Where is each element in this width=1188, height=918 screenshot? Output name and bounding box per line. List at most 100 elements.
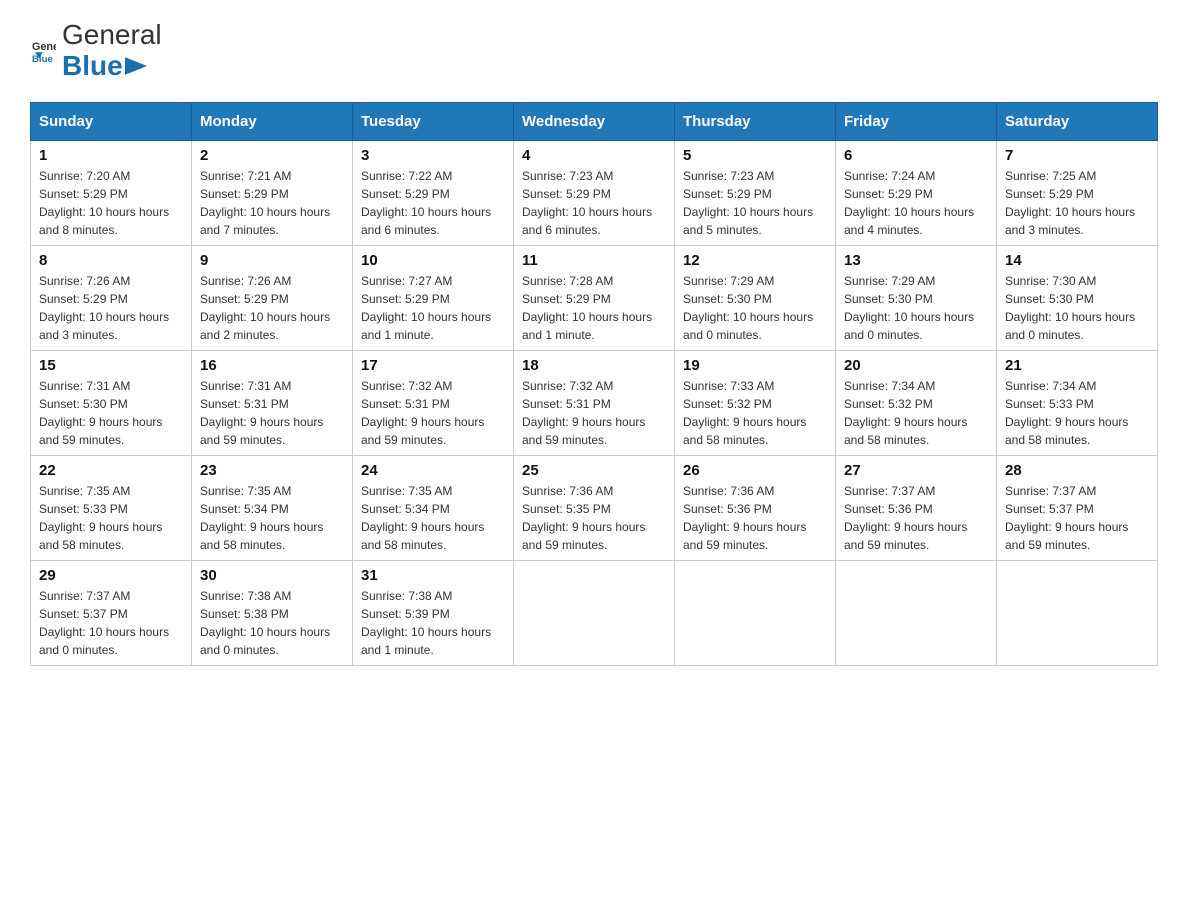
calendar-cell: 11 Sunrise: 7:28 AMSunset: 5:29 PMDaylig… (514, 245, 675, 350)
day-number: 10 (361, 252, 505, 269)
svg-text:General: General (32, 41, 56, 53)
calendar-cell: 3 Sunrise: 7:22 AMSunset: 5:29 PMDayligh… (353, 140, 514, 245)
day-number: 14 (1005, 252, 1149, 269)
calendar-cell: 28 Sunrise: 7:37 AMSunset: 5:37 PMDaylig… (997, 455, 1158, 560)
day-info: Sunrise: 7:35 AMSunset: 5:34 PMDaylight:… (361, 482, 505, 554)
day-info: Sunrise: 7:34 AMSunset: 5:33 PMDaylight:… (1005, 377, 1149, 449)
day-info: Sunrise: 7:36 AMSunset: 5:36 PMDaylight:… (683, 482, 827, 554)
calendar-cell: 7 Sunrise: 7:25 AMSunset: 5:29 PMDayligh… (997, 140, 1158, 245)
day-info: Sunrise: 7:23 AMSunset: 5:29 PMDaylight:… (522, 167, 666, 239)
day-info: Sunrise: 7:38 AMSunset: 5:38 PMDaylight:… (200, 587, 344, 659)
day-number: 30 (200, 567, 344, 584)
day-number: 2 (200, 147, 344, 164)
day-info: Sunrise: 7:37 AMSunset: 5:37 PMDaylight:… (39, 587, 183, 659)
logo-blue-text: Blue (62, 51, 162, 82)
day-info: Sunrise: 7:28 AMSunset: 5:29 PMDaylight:… (522, 272, 666, 344)
calendar-header-row: SundayMondayTuesdayWednesdayThursdayFrid… (31, 102, 1158, 140)
day-info: Sunrise: 7:29 AMSunset: 5:30 PMDaylight:… (683, 272, 827, 344)
calendar-cell: 30 Sunrise: 7:38 AMSunset: 5:38 PMDaylig… (192, 560, 353, 665)
day-number: 23 (200, 462, 344, 479)
calendar-cell: 9 Sunrise: 7:26 AMSunset: 5:29 PMDayligh… (192, 245, 353, 350)
calendar-cell: 6 Sunrise: 7:24 AMSunset: 5:29 PMDayligh… (836, 140, 997, 245)
day-number: 6 (844, 147, 988, 164)
calendar-cell: 14 Sunrise: 7:30 AMSunset: 5:30 PMDaylig… (997, 245, 1158, 350)
calendar-cell: 31 Sunrise: 7:38 AMSunset: 5:39 PMDaylig… (353, 560, 514, 665)
day-info: Sunrise: 7:35 AMSunset: 5:33 PMDaylight:… (39, 482, 183, 554)
logo: General Blue General Blue (30, 20, 162, 82)
day-number: 8 (39, 252, 183, 269)
weekday-header-friday: Friday (836, 102, 997, 140)
weekday-header-thursday: Thursday (675, 102, 836, 140)
week-row-3: 15 Sunrise: 7:31 AMSunset: 5:30 PMDaylig… (31, 350, 1158, 455)
day-info: Sunrise: 7:32 AMSunset: 5:31 PMDaylight:… (522, 377, 666, 449)
day-info: Sunrise: 7:22 AMSunset: 5:29 PMDaylight:… (361, 167, 505, 239)
day-number: 7 (1005, 147, 1149, 164)
calendar-cell: 19 Sunrise: 7:33 AMSunset: 5:32 PMDaylig… (675, 350, 836, 455)
day-number: 21 (1005, 357, 1149, 374)
day-info: Sunrise: 7:32 AMSunset: 5:31 PMDaylight:… (361, 377, 505, 449)
calendar-cell: 27 Sunrise: 7:37 AMSunset: 5:36 PMDaylig… (836, 455, 997, 560)
calendar-cell: 18 Sunrise: 7:32 AMSunset: 5:31 PMDaylig… (514, 350, 675, 455)
day-number: 27 (844, 462, 988, 479)
day-info: Sunrise: 7:26 AMSunset: 5:29 PMDaylight:… (200, 272, 344, 344)
logo-triangle-icon (125, 57, 147, 75)
day-info: Sunrise: 7:24 AMSunset: 5:29 PMDaylight:… (844, 167, 988, 239)
calendar-cell: 8 Sunrise: 7:26 AMSunset: 5:29 PMDayligh… (31, 245, 192, 350)
day-info: Sunrise: 7:30 AMSunset: 5:30 PMDaylight:… (1005, 272, 1149, 344)
day-number: 26 (683, 462, 827, 479)
calendar-cell: 10 Sunrise: 7:27 AMSunset: 5:29 PMDaylig… (353, 245, 514, 350)
calendar-cell: 13 Sunrise: 7:29 AMSunset: 5:30 PMDaylig… (836, 245, 997, 350)
logo-icon: General Blue (32, 39, 56, 63)
day-info: Sunrise: 7:38 AMSunset: 5:39 PMDaylight:… (361, 587, 505, 659)
weekday-header-tuesday: Tuesday (353, 102, 514, 140)
day-info: Sunrise: 7:34 AMSunset: 5:32 PMDaylight:… (844, 377, 988, 449)
calendar-cell: 21 Sunrise: 7:34 AMSunset: 5:33 PMDaylig… (997, 350, 1158, 455)
logo-general-text: General (62, 20, 162, 51)
calendar-cell: 17 Sunrise: 7:32 AMSunset: 5:31 PMDaylig… (353, 350, 514, 455)
weekday-header-saturday: Saturday (997, 102, 1158, 140)
week-row-1: 1 Sunrise: 7:20 AMSunset: 5:29 PMDayligh… (31, 140, 1158, 245)
day-info: Sunrise: 7:35 AMSunset: 5:34 PMDaylight:… (200, 482, 344, 554)
day-info: Sunrise: 7:23 AMSunset: 5:29 PMDaylight:… (683, 167, 827, 239)
day-number: 13 (844, 252, 988, 269)
weekday-header-wednesday: Wednesday (514, 102, 675, 140)
weekday-header-monday: Monday (192, 102, 353, 140)
calendar-cell (997, 560, 1158, 665)
day-number: 22 (39, 462, 183, 479)
day-number: 17 (361, 357, 505, 374)
calendar-cell: 20 Sunrise: 7:34 AMSunset: 5:32 PMDaylig… (836, 350, 997, 455)
day-info: Sunrise: 7:37 AMSunset: 5:37 PMDaylight:… (1005, 482, 1149, 554)
page-header: General Blue General Blue (30, 20, 1158, 82)
weekday-header-sunday: Sunday (31, 102, 192, 140)
day-number: 12 (683, 252, 827, 269)
day-number: 16 (200, 357, 344, 374)
day-info: Sunrise: 7:26 AMSunset: 5:29 PMDaylight:… (39, 272, 183, 344)
day-info: Sunrise: 7:25 AMSunset: 5:29 PMDaylight:… (1005, 167, 1149, 239)
day-info: Sunrise: 7:31 AMSunset: 5:31 PMDaylight:… (200, 377, 344, 449)
day-info: Sunrise: 7:33 AMSunset: 5:32 PMDaylight:… (683, 377, 827, 449)
calendar-cell (836, 560, 997, 665)
day-info: Sunrise: 7:36 AMSunset: 5:35 PMDaylight:… (522, 482, 666, 554)
calendar-cell: 4 Sunrise: 7:23 AMSunset: 5:29 PMDayligh… (514, 140, 675, 245)
day-number: 4 (522, 147, 666, 164)
day-number: 28 (1005, 462, 1149, 479)
week-row-5: 29 Sunrise: 7:37 AMSunset: 5:37 PMDaylig… (31, 560, 1158, 665)
calendar-cell: 22 Sunrise: 7:35 AMSunset: 5:33 PMDaylig… (31, 455, 192, 560)
calendar-cell: 5 Sunrise: 7:23 AMSunset: 5:29 PMDayligh… (675, 140, 836, 245)
calendar-cell (514, 560, 675, 665)
day-number: 9 (200, 252, 344, 269)
calendar-cell: 1 Sunrise: 7:20 AMSunset: 5:29 PMDayligh… (31, 140, 192, 245)
day-number: 5 (683, 147, 827, 164)
calendar-cell: 15 Sunrise: 7:31 AMSunset: 5:30 PMDaylig… (31, 350, 192, 455)
calendar-cell: 26 Sunrise: 7:36 AMSunset: 5:36 PMDaylig… (675, 455, 836, 560)
calendar-cell: 29 Sunrise: 7:37 AMSunset: 5:37 PMDaylig… (31, 560, 192, 665)
day-info: Sunrise: 7:29 AMSunset: 5:30 PMDaylight:… (844, 272, 988, 344)
day-number: 31 (361, 567, 505, 584)
day-number: 18 (522, 357, 666, 374)
day-number: 29 (39, 567, 183, 584)
calendar-cell: 12 Sunrise: 7:29 AMSunset: 5:30 PMDaylig… (675, 245, 836, 350)
day-number: 15 (39, 357, 183, 374)
day-number: 24 (361, 462, 505, 479)
day-number: 1 (39, 147, 183, 164)
day-number: 25 (522, 462, 666, 479)
